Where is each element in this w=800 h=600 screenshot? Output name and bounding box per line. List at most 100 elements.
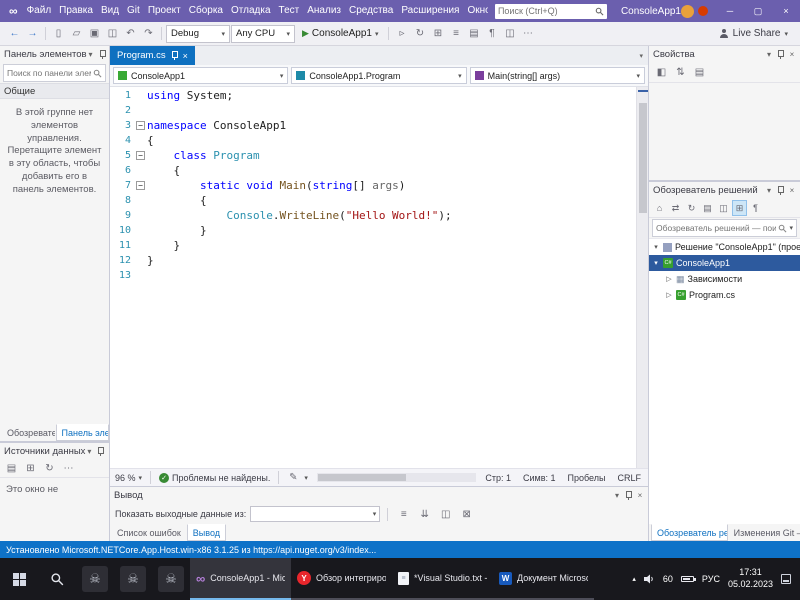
start-button[interactable]: [0, 558, 38, 600]
menu-project[interactable]: Проект: [144, 0, 185, 22]
tree-row-solution[interactable]: ▾ Решение "ConsoleApp1" (проекты: 1 из 1…: [649, 239, 800, 255]
data-sources-header[interactable]: Источники данных ▾ ×: [0, 443, 109, 460]
volume-icon[interactable]: [643, 574, 655, 584]
chevron-down-icon[interactable]: ▾: [789, 224, 793, 232]
add-data-source-icon[interactable]: ▤: [3, 460, 20, 478]
close-icon[interactable]: ×: [788, 186, 796, 195]
back-icon[interactable]: ←: [6, 25, 23, 43]
member-dropdown[interactable]: Main(string[] args) ▾: [469, 67, 645, 84]
editor-vertical-scrollbar[interactable]: [636, 87, 648, 468]
menu-debug[interactable]: Отладка: [227, 0, 275, 22]
editor-horizontal-scrollbar[interactable]: [316, 473, 477, 482]
tab-git-changes[interactable]: Изменения Git — п...: [729, 524, 800, 541]
configuration-dropdown[interactable]: Debug ▾: [166, 24, 230, 43]
close-icon[interactable]: ×: [108, 447, 109, 456]
close-icon[interactable]: ×: [636, 491, 644, 500]
pin-icon[interactable]: [625, 490, 632, 501]
tree-row-project[interactable]: ▾ C# ConsoleApp1: [649, 255, 800, 271]
solution-configurations-icon[interactable]: ≡: [447, 25, 464, 43]
pencil-icon[interactable]: ✎: [287, 469, 299, 487]
solution-explorer-search[interactable]: ▾: [652, 219, 797, 237]
code-line[interactable]: 12}: [110, 253, 636, 268]
sync-with-active-document-icon[interactable]: ⊞: [732, 200, 747, 216]
property-pages-icon[interactable]: ▤: [691, 64, 708, 82]
save-icon[interactable]: ▣: [86, 25, 103, 43]
battery-percent[interactable]: 60: [663, 574, 673, 584]
fold-margin[interactable]: −: [136, 178, 147, 193]
fold-margin[interactable]: [136, 208, 147, 223]
maximize-button[interactable]: ▢: [744, 0, 772, 22]
restart-icon[interactable]: ↻: [411, 25, 428, 43]
tab-output[interactable]: Вывод: [186, 524, 227, 541]
tab-toolbox[interactable]: Панель эле...: [55, 424, 109, 441]
code-line[interactable]: 10 }: [110, 223, 636, 238]
save-all-icon[interactable]: ◫: [104, 25, 121, 43]
type-dropdown[interactable]: ConsoleApp1.Program ▾: [291, 67, 467, 84]
edit-data-source-icon[interactable]: ⊞: [22, 460, 39, 478]
zoom-control[interactable]: 96 % ▾: [115, 473, 142, 483]
messages-icon[interactable]: ≡: [395, 505, 412, 523]
pinned-app-1[interactable]: ☠: [76, 558, 114, 600]
taskbar-app-notepad[interactable]: ≡ *Visual Studio.txt - ...: [392, 558, 493, 600]
chevron-down-icon[interactable]: ▾: [765, 186, 773, 195]
battery-icon[interactable]: [680, 576, 696, 582]
expanded-arrow-icon[interactable]: ▾: [652, 243, 660, 251]
menu-extensions[interactable]: Расширения: [397, 0, 463, 22]
toolbox-section-general[interactable]: Общие: [0, 83, 109, 99]
more-commands-icon[interactable]: ⋯: [519, 25, 536, 43]
code-line[interactable]: 3− namespace ConsoleApp1: [110, 118, 636, 133]
close-icon[interactable]: ×: [788, 50, 796, 59]
fold-margin[interactable]: [136, 223, 147, 238]
bookmark-icon[interactable]: ¶: [483, 25, 500, 43]
taskbar-clock[interactable]: 17:31 05.02.2023: [728, 567, 773, 590]
break-all-icon[interactable]: ⊞: [429, 25, 446, 43]
fold-margin[interactable]: [136, 103, 147, 118]
refresh-icon[interactable]: ↻: [684, 200, 699, 216]
toolbox-search-input[interactable]: [7, 68, 91, 78]
minimize-button[interactable]: ─: [716, 0, 744, 22]
collapsed-arrow-icon[interactable]: ▷: [665, 275, 673, 283]
notification-badge-icon[interactable]: [698, 6, 708, 16]
hot-reload-icon[interactable]: ▹: [393, 25, 410, 43]
chevron-down-icon[interactable]: ▾: [87, 50, 95, 59]
forward-icon[interactable]: →: [24, 25, 41, 43]
collapse-all-icon[interactable]: ◫: [716, 200, 731, 216]
status-spaces[interactable]: Пробелы: [568, 473, 606, 483]
language-indicator[interactable]: РУС: [702, 574, 720, 584]
taskbar-app-word[interactable]: W Документ Microso...: [493, 558, 594, 600]
menu-analyze[interactable]: Анализ: [303, 0, 345, 22]
fold-margin[interactable]: [136, 88, 147, 103]
tree-row-program-cs[interactable]: ▷ C# Program.cs: [649, 287, 800, 303]
taskbar-app-visual-studio[interactable]: ∞ ConsoleApp1 - Mic...: [190, 558, 291, 600]
close-button[interactable]: ×: [772, 0, 800, 22]
start-debug-button[interactable]: ▶ ConsoleApp1 ▾: [296, 24, 384, 44]
pin-icon[interactable]: [777, 49, 784, 60]
menu-tools[interactable]: Средства: [345, 0, 397, 22]
menu-view[interactable]: Вид: [97, 0, 123, 22]
collapsed-arrow-icon[interactable]: ▷: [665, 291, 673, 299]
redo-icon[interactable]: ↷: [140, 25, 157, 43]
menu-window[interactable]: Окно: [463, 0, 487, 22]
more-icon[interactable]: ⋯: [60, 460, 77, 478]
undo-icon[interactable]: ↶: [122, 25, 139, 43]
fold-margin[interactable]: [136, 163, 147, 178]
pin-icon[interactable]: [171, 50, 178, 61]
chevron-down-icon[interactable]: ▾: [765, 50, 773, 59]
menu-git[interactable]: Git: [123, 0, 144, 22]
action-center-icon[interactable]: [781, 574, 791, 584]
code-line[interactable]: 9 Console.WriteLine("Hello World!");: [110, 208, 636, 223]
code-line[interactable]: 1 using System;: [110, 88, 636, 103]
properties-header[interactable]: Свойства ▾ ×: [649, 46, 800, 63]
menu-test[interactable]: Тест: [275, 0, 304, 22]
code-line[interactable]: 13: [110, 268, 636, 283]
categorized-icon[interactable]: ◧: [653, 64, 670, 82]
fold-margin[interactable]: [136, 238, 147, 253]
solution-explorer-header[interactable]: Обозреватель решений ▾ ×: [649, 182, 800, 199]
quick-search-input[interactable]: [497, 6, 595, 16]
fold-margin[interactable]: −: [136, 118, 147, 133]
document-list-chevron-icon[interactable]: ▾: [634, 46, 648, 65]
fold-margin[interactable]: [136, 268, 147, 283]
pinned-app-3[interactable]: ☠: [152, 558, 190, 600]
tree-row-dependencies[interactable]: ▷ ▦ Зависимости: [649, 271, 800, 287]
fold-margin[interactable]: [136, 193, 147, 208]
